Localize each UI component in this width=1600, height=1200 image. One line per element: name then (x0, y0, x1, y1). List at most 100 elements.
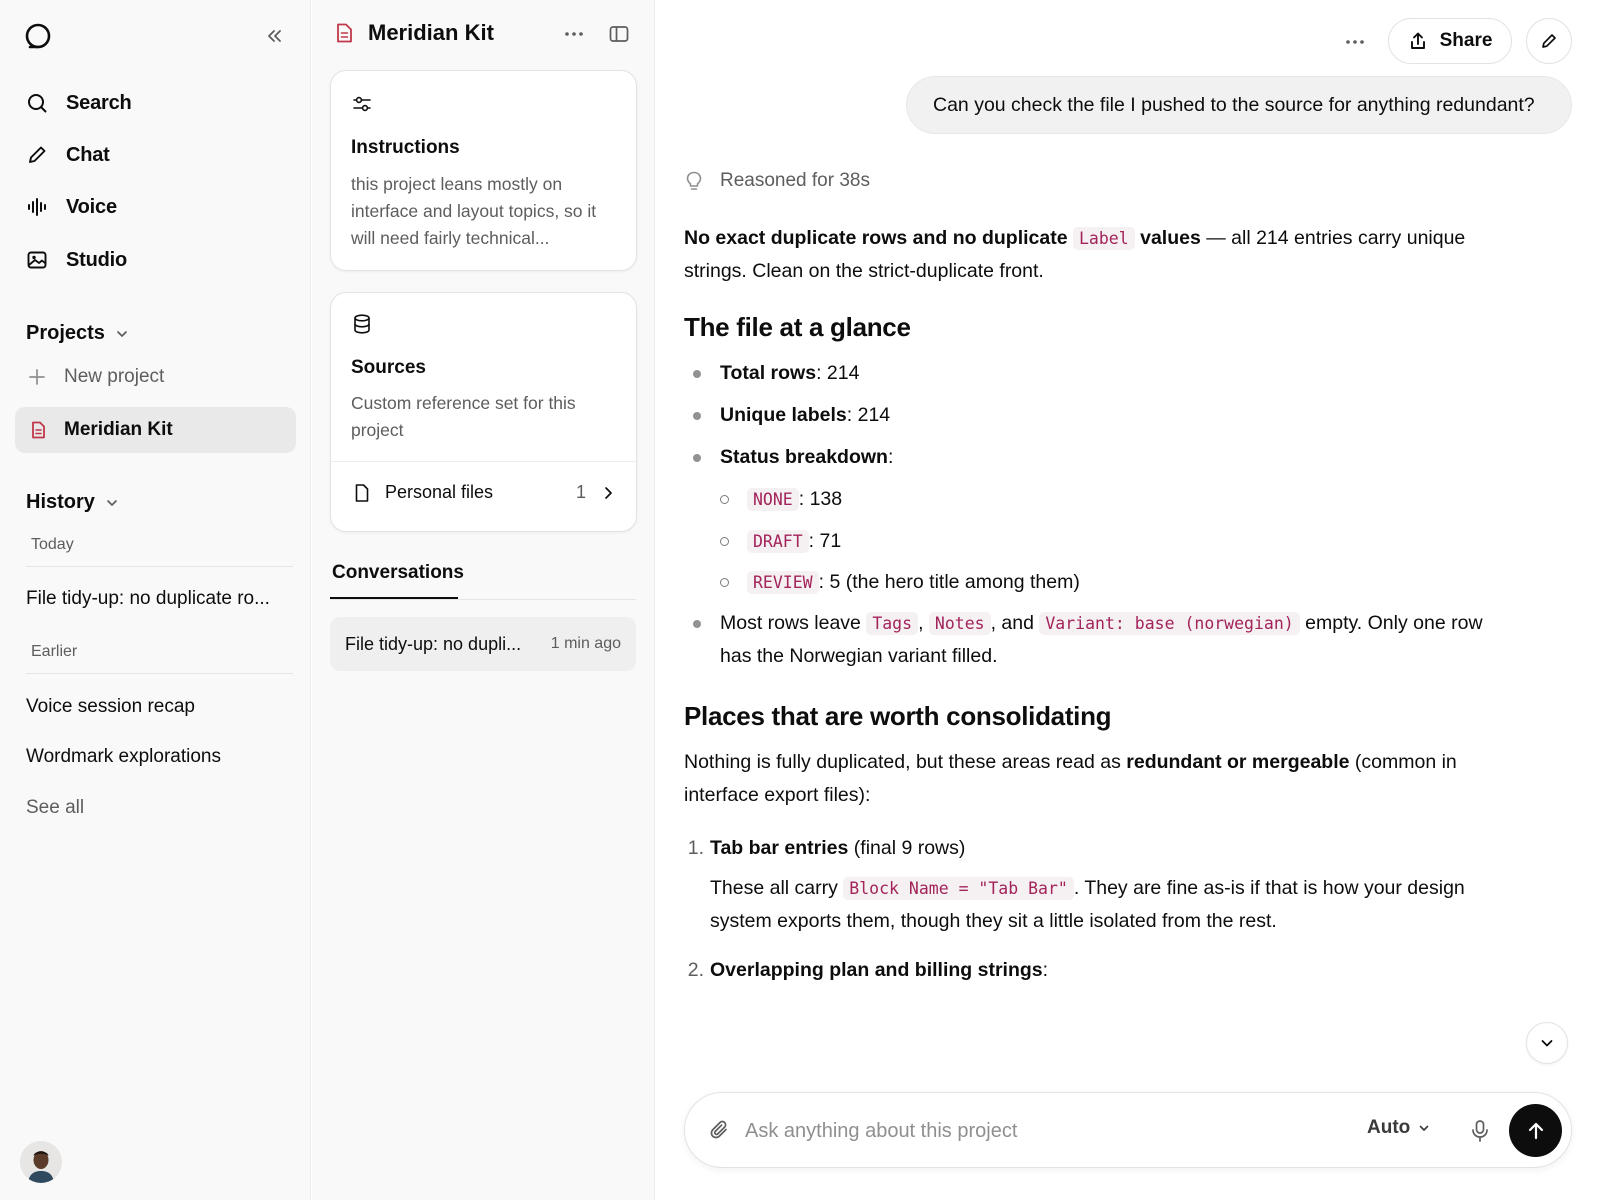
places-paragraph: Nothing is fully duplicated, but these a… (684, 746, 1484, 812)
arrow-up-icon (1528, 1122, 1543, 1139)
separator: , (918, 612, 929, 634)
project-item-label: Meridian Kit (64, 419, 173, 440)
share-label: Share (1439, 30, 1493, 51)
chevron-right-icon (605, 486, 612, 499)
pencil-icon (26, 144, 48, 166)
chevron-down-icon (117, 330, 127, 337)
more-options-icon[interactable] (1343, 32, 1367, 52)
total-rows-label: Total rows (720, 362, 817, 384)
nav-voice-label: Voice (66, 195, 117, 218)
nav-voice[interactable]: Voice (26, 192, 117, 222)
status-count: : 5 (the hero title among them) (818, 571, 1080, 593)
lightbulb-icon (686, 171, 702, 190)
item-number: 1. (687, 837, 704, 859)
microphone-icon[interactable] (1467, 1117, 1493, 1145)
collapse-sidebar-icon[interactable] (264, 26, 284, 46)
instructions-body: this project leans mostly on interface a… (351, 174, 597, 248)
sub-list-item: DRAFT: 71 (684, 525, 1484, 558)
history-item[interactable]: Wordmark explorations (26, 746, 296, 768)
nav-chat[interactable]: Chat (26, 140, 110, 170)
personal-files-count: 1 (575, 482, 586, 502)
intro-bold-a: No exact duplicate rows and no duplicate (684, 227, 1068, 249)
nav-search[interactable]: Search (26, 88, 132, 118)
chevron-down-icon (107, 499, 117, 506)
conversation-item[interactable]: File tidy-up: no dupli... 1 min ago (330, 617, 636, 671)
scroll-to-bottom-button[interactable] (1526, 1022, 1568, 1064)
unique-labels-value: : 214 (846, 404, 891, 426)
user-message: Can you check the file I pushed to the s… (906, 76, 1572, 134)
inline-code: Block Name = "Tab Bar" (843, 877, 1074, 900)
plus-icon (29, 369, 45, 385)
item-detail-a: These all carry (710, 877, 844, 899)
document-icon (337, 23, 352, 43)
history-item[interactable]: File tidy-up: no duplicate ro... (26, 588, 296, 610)
user-avatar[interactable] (20, 1141, 62, 1183)
edit-button[interactable] (1526, 18, 1572, 64)
chevron-down-icon (1419, 1125, 1429, 1131)
places-bold: redundant or mergeable (1126, 751, 1350, 773)
intro-paragraph: No exact duplicate rows and no duplicate… (684, 222, 1484, 288)
history-heading[interactable]: History (26, 491, 119, 514)
divider (26, 566, 293, 567)
item-number: 2. (687, 959, 704, 981)
list-item: Total rows: 214 (684, 357, 1484, 390)
tab-conversations[interactable]: Conversations (332, 562, 464, 584)
share-button[interactable]: Share (1388, 18, 1512, 64)
item-detail: These all carry Block Name = "Tab Bar". … (710, 872, 1484, 937)
total-rows-value: : 214 (816, 362, 860, 384)
history-heading-label: History (26, 491, 95, 513)
unique-labels-label: Unique labels (720, 404, 847, 426)
history-item[interactable]: Voice session recap (26, 696, 296, 718)
item-rest: (final 9 rows) (848, 837, 966, 859)
item-rest: : (1042, 959, 1049, 981)
sources-title: Sources (351, 357, 426, 378)
new-project-button[interactable]: New project (28, 366, 164, 388)
most-rows-a: Most rows leave (720, 612, 867, 634)
sliders-icon (351, 93, 373, 115)
personal-files-label: Personal files (385, 482, 494, 502)
conversation-time: 1 min ago (550, 635, 621, 652)
instructions-card[interactable]: Instructions this project leans mostly o… (330, 70, 637, 271)
reasoning-toggle[interactable]: Reasoned for 38s (684, 170, 870, 192)
numbered-item: 2. Overlapping plan and billing strings: (684, 954, 1484, 987)
see-all-link[interactable]: See all (26, 797, 296, 819)
item-title: Tab bar entries (710, 837, 849, 859)
more-options-icon[interactable] (562, 24, 586, 44)
conversation-title: File tidy-up: no dupli... (345, 633, 522, 654)
nav-studio[interactable]: Studio (26, 245, 127, 275)
intro-bold-b: values (1140, 227, 1201, 249)
reasoning-label: Reasoned for 38s (720, 170, 870, 191)
project-header: Meridian Kit (334, 20, 494, 46)
paperclip-icon[interactable] (709, 1119, 731, 1141)
numbered-item: 1. Tab bar entries (final 9 rows) These … (684, 832, 1484, 937)
panel-toggle-icon[interactable] (608, 24, 630, 44)
waveform-icon (26, 196, 48, 218)
pencil-icon (1542, 34, 1556, 48)
sidebar: Search Chat Voice Studio Projects New pr… (0, 0, 311, 1200)
sub-list-item: REVIEW: 5 (the hero title among them) (684, 566, 1484, 599)
instructions-title: Instructions (351, 137, 460, 158)
app-logo-icon[interactable] (24, 22, 52, 50)
composer-input[interactable] (745, 1113, 1305, 1149)
list-item: Status breakdown: (684, 441, 1484, 474)
tab-active-indicator (330, 597, 458, 599)
divider (330, 599, 636, 600)
nav-chat-label: Chat (66, 143, 110, 166)
nav-studio-label: Studio (66, 248, 128, 271)
document-icon (32, 421, 45, 439)
projects-heading[interactable]: Projects (26, 322, 129, 345)
inline-code: Notes (928, 612, 991, 635)
new-project-label: New project (64, 366, 165, 387)
status-count: : 138 (798, 488, 843, 510)
chevron-down-icon (1541, 1040, 1553, 1047)
item-title: Overlapping plan and billing strings (710, 959, 1043, 981)
project-item-active[interactable]: Meridian Kit (15, 407, 296, 453)
history-group-earlier: Earlier (31, 643, 78, 660)
list-item: Unique labels: 214 (684, 399, 1484, 432)
send-button[interactable] (1509, 1104, 1562, 1157)
list-item: Most rows leave Tags, Notes, and Variant… (684, 607, 1484, 673)
personal-files-row[interactable]: Personal files 1 (331, 461, 636, 523)
model-selector[interactable]: Auto (1367, 1117, 1430, 1139)
search-icon (26, 92, 48, 114)
heading-glance: The file at a glance (684, 312, 911, 342)
